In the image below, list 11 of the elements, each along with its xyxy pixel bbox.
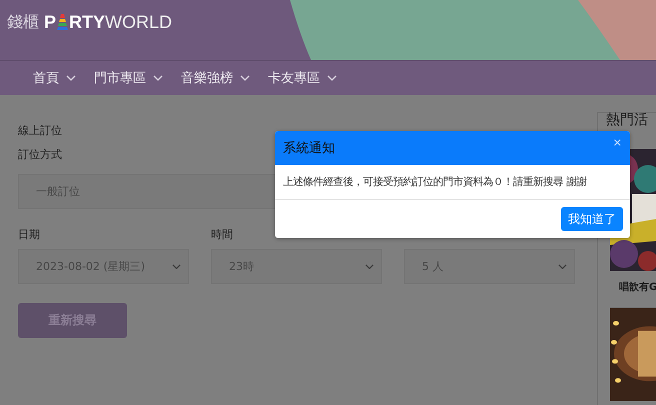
field-label: 時間 <box>211 228 233 241</box>
logo-text: P <box>44 12 56 32</box>
brand-name: 錢櫃 <box>7 12 39 32</box>
section-title: 熱門活 <box>606 113 648 128</box>
dialog-message: 上述條件經查後，可接受預約訂位的門市資料為０！請重新搜尋 謝謝 <box>275 165 630 200</box>
dialog-title: 系統通知 <box>283 140 335 157</box>
logo-text: RTY <box>69 12 106 32</box>
section-heading: 線上訂位 <box>18 123 62 138</box>
field-label: 訂位方式 <box>18 147 62 162</box>
logo-text: WORLD <box>105 12 172 32</box>
field-label: 日期 <box>18 228 40 241</box>
